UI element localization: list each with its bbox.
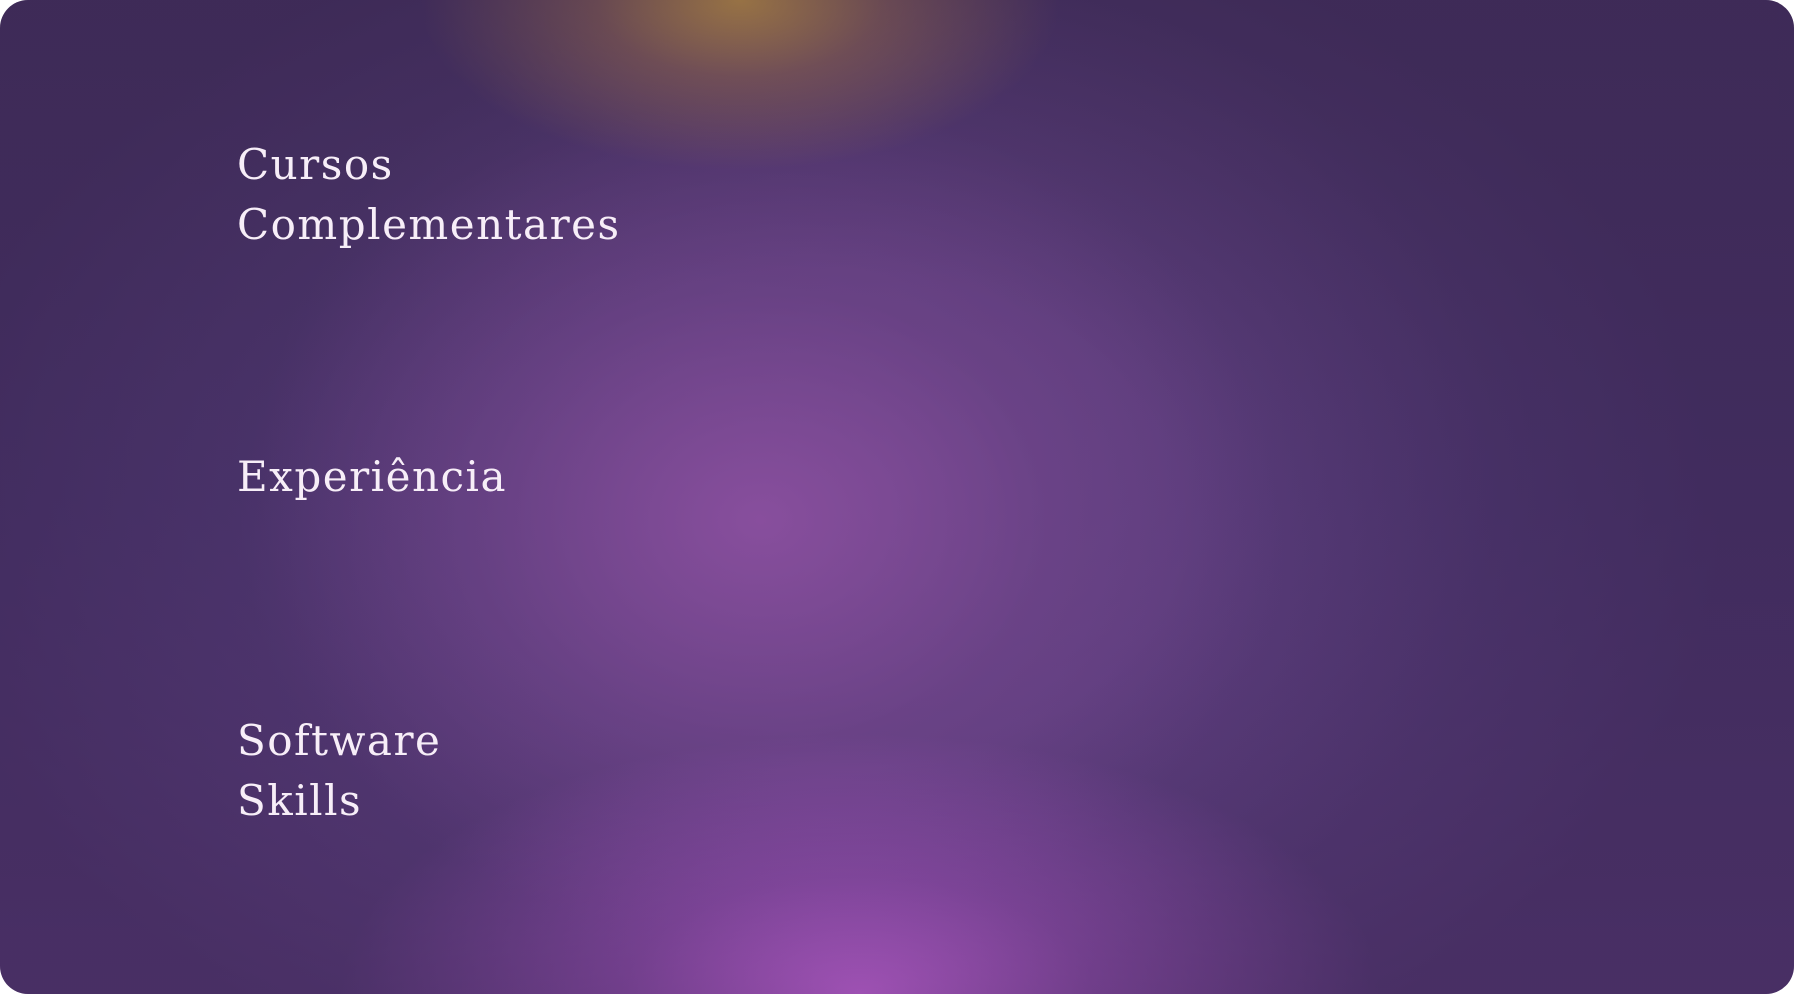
section-title-line: Software	[237, 716, 442, 765]
section-title-software-skills: Software Skills	[237, 711, 441, 831]
section-title-cursos-complementares: Cursos Complementares	[237, 135, 621, 255]
section-title-line: Skills	[237, 776, 363, 825]
section-title-line: Cursos	[237, 140, 394, 189]
gradient-background-card: Cursos Complementares Experiência Softwa…	[0, 0, 1794, 994]
section-title-line: Experiência	[237, 452, 507, 501]
section-title-line: Complementares	[237, 200, 621, 249]
section-title-experiencia: Experiência	[237, 447, 507, 507]
